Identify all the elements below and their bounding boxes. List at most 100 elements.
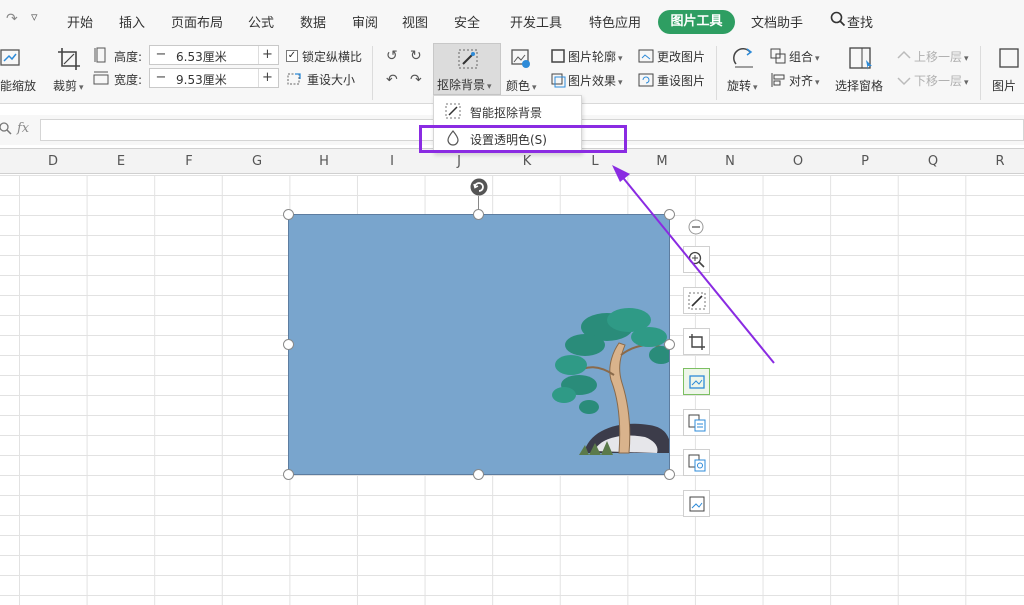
resize-handle-top[interactable] <box>473 209 484 220</box>
group-button[interactable]: 组合 ▾ <box>789 48 820 65</box>
remove-background-button[interactable]: 抠除背景 ▾ <box>433 43 501 95</box>
crop-icon[interactable] <box>56 46 82 75</box>
height-increase-button[interactable]: + <box>258 46 276 64</box>
column-header[interactable]: P <box>831 154 899 169</box>
width-increase-button[interactable]: + <box>258 69 276 87</box>
smart-zoom-label[interactable]: 能缩放 <box>0 77 36 94</box>
picture-icon[interactable] <box>998 47 1020 72</box>
reset-picture-label[interactable]: 重设图片 <box>657 72 705 89</box>
height-label: 高度: <box>114 50 143 64</box>
group-icon[interactable] <box>770 48 786 67</box>
width-decrease-button[interactable]: − <box>152 69 170 87</box>
more-picture-tools[interactable] <box>683 490 710 517</box>
menu-bar: ↷ ▿ 开始 插入 页面布局 公式 数据 审阅 视图 安全 开发工具 特色应用 … <box>0 0 1024 42</box>
smart-zoom-icon[interactable] <box>0 47 22 72</box>
move-down-label: 下移一层 <box>914 74 963 88</box>
move-up-button[interactable]: 上移一层 ▾ <box>914 48 969 65</box>
reset-size-label[interactable]: 重设大小 <box>307 71 355 88</box>
column-header[interactable]: H <box>290 154 358 169</box>
change-picture-icon[interactable] <box>638 48 654 67</box>
column-header[interactable]: R <box>966 154 1024 169</box>
menu-security[interactable]: 安全 <box>454 12 480 31</box>
column-header[interactable]: Q <box>899 154 967 169</box>
width-value[interactable]: 9.53厘米 <box>176 71 227 88</box>
search-icon[interactable] <box>830 11 846 30</box>
picture-label[interactable]: 图片 <box>992 77 1016 94</box>
menu-special[interactable]: 特色应用 <box>589 12 641 31</box>
resize-handle-bottom[interactable] <box>473 469 484 480</box>
column-header[interactable]: K <box>493 154 561 169</box>
outline-button[interactable]: 图片轮廓 ▾ <box>568 48 623 65</box>
ribbon-separator <box>980 46 981 100</box>
crop-button[interactable]: 裁剪 ▾ <box>53 77 84 94</box>
column-header[interactable]: J <box>425 154 493 169</box>
outline-label: 图片轮廓 <box>568 50 617 64</box>
selection-pane-label[interactable]: 选择窗格 <box>835 77 883 94</box>
menu-developer[interactable]: 开发工具 <box>510 12 562 31</box>
resize-handle-bottom-right[interactable] <box>664 469 675 480</box>
resize-handle-top-left[interactable] <box>283 209 294 220</box>
move-down-icon[interactable] <box>896 72 912 91</box>
menu-review[interactable]: 审阅 <box>352 12 378 31</box>
rotate-left-icon[interactable]: ↺ <box>386 48 398 64</box>
width-stepper[interactable]: − 9.53厘米 + <box>149 68 279 88</box>
menu-start[interactable]: 开始 <box>67 12 93 31</box>
dropdown-item-smart-remove[interactable]: 智能抠除背景 <box>434 98 581 124</box>
picture-adjust-tool[interactable] <box>683 368 710 395</box>
picture-to-pdf-tool[interactable] <box>683 449 710 476</box>
menu-data[interactable]: 数据 <box>300 12 326 31</box>
reset-picture-icon[interactable] <box>638 72 654 91</box>
move-down-button[interactable]: 下移一层 ▾ <box>914 72 969 89</box>
color-button[interactable]: 颜色 ▾ <box>506 77 537 94</box>
picture-pdf-icon <box>688 454 706 472</box>
ribbon-separator <box>716 46 717 100</box>
selection-pane-icon[interactable] <box>848 46 874 75</box>
rotate-handle-icon[interactable] <box>470 178 488 199</box>
menu-view[interactable]: 视图 <box>402 12 428 31</box>
lock-ratio-checkbox[interactable]: ✓ <box>286 50 298 62</box>
smart-remove-label: 智能抠除背景 <box>470 106 543 120</box>
height-stepper[interactable]: − 6.53厘米 + <box>149 45 279 65</box>
fx-icon[interactable]: fx <box>17 121 29 136</box>
zoom-icon[interactable] <box>0 120 14 139</box>
align-button[interactable]: 对齐 ▾ <box>789 72 820 89</box>
menu-find[interactable]: 查找 <box>847 12 873 31</box>
column-header[interactable]: I <box>358 154 426 169</box>
effects-icon[interactable] <box>550 72 566 91</box>
column-header[interactable]: E <box>87 154 155 169</box>
redo-icon[interactable]: ↷ <box>6 11 18 27</box>
quick-access-dropdown-icon[interactable]: ▿ <box>31 10 38 25</box>
menu-insert[interactable]: 插入 <box>119 12 145 31</box>
smart-remove-icon <box>445 103 461 122</box>
rotate-right-icon[interactable]: ↻ <box>410 48 422 64</box>
menu-picture-tools[interactable]: 图片工具 <box>658 10 735 34</box>
color-icon[interactable] <box>510 48 532 73</box>
move-up-icon[interactable] <box>896 48 912 67</box>
height-value[interactable]: 6.53厘米 <box>176 48 227 65</box>
column-header[interactable]: D <box>19 154 87 169</box>
reset-size-icon[interactable] <box>286 71 302 90</box>
change-picture-label[interactable]: 更改图片 <box>657 48 705 65</box>
flip-vertical-icon[interactable]: ↷ <box>410 72 422 88</box>
outline-icon[interactable] <box>550 48 566 67</box>
column-header[interactable]: G <box>223 154 291 169</box>
lock-ratio-label[interactable]: 锁定纵横比 <box>302 48 362 65</box>
effects-button[interactable]: 图片效果 ▾ <box>568 72 623 89</box>
resize-handle-bottom-left[interactable] <box>283 469 294 480</box>
rotate-icon[interactable] <box>732 46 756 73</box>
column-header[interactable]: F <box>155 154 223 169</box>
menu-page-layout[interactable]: 页面布局 <box>171 12 223 31</box>
align-icon[interactable] <box>770 72 786 91</box>
picture-text-icon <box>688 414 706 432</box>
align-label: 对齐 <box>789 74 814 88</box>
ribbon-separator <box>372 46 373 100</box>
menu-formula[interactable]: 公式 <box>248 12 274 31</box>
height-decrease-button[interactable]: − <box>152 46 170 64</box>
remove-background-icon <box>457 48 479 73</box>
picture-to-text-tool[interactable] <box>683 409 710 436</box>
resize-handle-left[interactable] <box>283 339 294 350</box>
picture-frame-icon <box>689 375 705 389</box>
rotate-button[interactable]: 旋转 ▾ <box>727 77 758 94</box>
flip-horizontal-icon[interactable]: ↶ <box>386 72 398 88</box>
menu-doc-assistant[interactable]: 文档助手 <box>751 12 803 31</box>
